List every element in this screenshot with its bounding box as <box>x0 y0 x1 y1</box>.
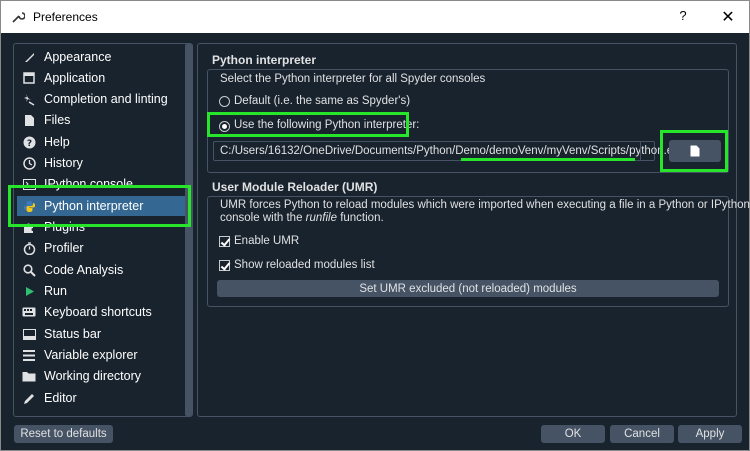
sidebar-item-label: Completion and linting <box>44 92 168 106</box>
highlight-venv-underline <box>461 158 635 161</box>
umr-description-text: function. <box>337 212 384 224</box>
sidebar-item-label: Code Analysis <box>44 263 124 277</box>
enable-umr-label: Enable UMR <box>234 235 300 247</box>
sidebar-item-editor[interactable]: Editor <box>17 388 185 408</box>
sidebar-item-label: Working directory <box>44 369 142 383</box>
sidebar-item-variable-explorer[interactable]: Variable explorer <box>17 345 185 365</box>
preferences-sidebar: Appearance Application Completion and li… <box>13 43 193 417</box>
title-bar: Preferences ? ✕ <box>1 1 749 33</box>
runfile-emphasis: runfile <box>305 212 337 224</box>
sidebar-item-code-analysis[interactable]: Code Analysis <box>17 260 185 280</box>
enable-umr-checkbox[interactable] <box>219 236 230 247</box>
highlight-browse-button <box>660 130 728 172</box>
sidebar-item-history[interactable]: History <box>17 153 185 173</box>
reset-defaults-button[interactable]: Reset to defaults <box>14 425 113 443</box>
sidebar-item-label: Help <box>44 135 70 149</box>
sidebar-item-working-directory[interactable]: Working directory <box>17 366 185 386</box>
sidebar-item-label: Files <box>44 113 71 127</box>
sidebar-item-label: Run <box>44 284 67 298</box>
sidebar-item-label: Variable explorer <box>44 348 138 362</box>
svg-text:?: ? <box>26 139 31 149</box>
pencil-icon <box>22 391 36 405</box>
question-icon: ? <box>22 135 36 149</box>
help-button[interactable]: ? <box>673 8 693 26</box>
keyboard-icon <box>22 305 36 319</box>
preferences-dialog: Preferences ? ✕ Appearance Application C… <box>0 0 750 451</box>
show-reloaded-label: Show reloaded modules list <box>234 259 375 271</box>
sidebar-item-label: History <box>44 156 83 170</box>
default-interpreter-label: Default (i.e. the same as Spyder's) <box>234 95 411 107</box>
magnifier-icon <box>22 263 36 277</box>
sidebar-item-help[interactable]: ? Help <box>17 132 185 152</box>
sidebar-item-keyboard-shortcuts[interactable]: Keyboard shortcuts <box>17 302 185 322</box>
sidebar-item-completion[interactable]: Completion and linting <box>17 89 185 109</box>
cancel-button[interactable]: Cancel <box>610 425 674 443</box>
sidebar-item-run[interactable]: Run <box>17 281 185 301</box>
apply-button[interactable]: Apply <box>678 425 742 443</box>
history-icon <box>22 156 36 170</box>
sidebar-item-label: Appearance <box>44 50 112 64</box>
window-icon <box>22 71 36 85</box>
highlight-sidebar-selection <box>8 185 191 227</box>
chevron-down-icon[interactable] <box>640 142 654 160</box>
sidebar-item-appearance[interactable]: Appearance <box>17 47 185 67</box>
sidebar-scrollbar[interactable] <box>185 44 192 416</box>
sidebar-item-label: Profiler <box>44 241 84 255</box>
window-title: Preferences <box>33 10 98 24</box>
umr-description-text: console with the <box>220 212 306 224</box>
close-button[interactable]: ✕ <box>717 7 739 27</box>
default-interpreter-radio[interactable] <box>219 96 230 107</box>
interpreter-group-title: Python interpreter <box>212 53 317 67</box>
umr-description-line2: console with the runfile function. <box>220 212 384 224</box>
sidebar-item-label: Editor <box>44 391 77 405</box>
sidebar-item-status-bar[interactable]: Status bar <box>17 324 185 344</box>
sidebar-item-label: Keyboard shortcuts <box>44 305 152 319</box>
wrench-icon <box>12 12 25 23</box>
folder-icon <box>22 369 36 383</box>
interpreter-path-value: C:/Users/16132/OneDrive/Documents/Python… <box>220 145 686 157</box>
highlight-custom-interpreter <box>207 112 409 137</box>
statusbar-icon <box>22 327 36 341</box>
umr-excluded-modules-button[interactable]: Set UMR excluded (not reloaded) modules <box>217 280 719 297</box>
interpreter-description: Select the Python interpreter for all Sp… <box>220 73 486 85</box>
ok-button[interactable]: OK <box>541 425 605 443</box>
stopwatch-icon <box>22 241 36 255</box>
sidebar-item-label: Status bar <box>44 327 101 341</box>
umr-group-title: User Module Reloader (UMR) <box>212 180 378 194</box>
list-icon <box>22 348 36 362</box>
play-icon <box>22 284 36 298</box>
show-reloaded-checkbox[interactable] <box>219 260 230 271</box>
sidebar-item-application[interactable]: Application <box>17 68 185 88</box>
sparkle-icon <box>22 92 36 106</box>
umr-description-line1: UMR forces Python to reload modules whic… <box>220 199 750 211</box>
sidebar-item-profiler[interactable]: Profiler <box>17 238 185 258</box>
sidebar-item-label: Application <box>44 71 106 85</box>
sidebar-item-files[interactable]: Files <box>17 110 185 130</box>
file-icon <box>22 113 36 127</box>
brush-icon <box>22 50 36 64</box>
